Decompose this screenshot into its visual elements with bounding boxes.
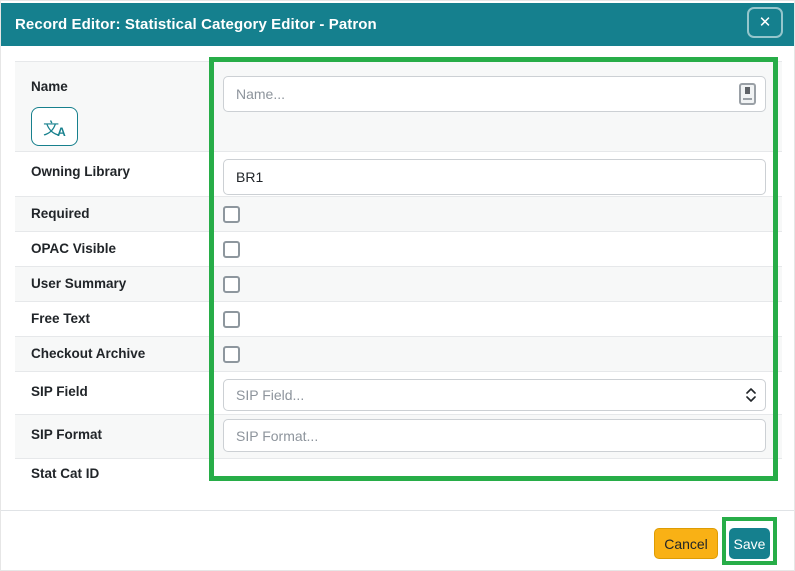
checkout-archive-label: Checkout Archive: [31, 346, 146, 361]
user-summary-label: User Summary: [31, 276, 127, 291]
opac-visible-label: OPAC Visible: [31, 241, 117, 256]
form-row-free-text: Free Text: [15, 301, 782, 336]
input-adornment-icon: [739, 83, 756, 105]
stat-cat-id-label: Stat Cat ID: [31, 466, 100, 481]
close-button[interactable]: ✕: [747, 7, 783, 38]
free-text-label: Free Text: [31, 311, 91, 326]
chevron-up-icon: [746, 388, 756, 394]
chevron-down-icon: [746, 396, 756, 402]
save-button[interactable]: Save: [729, 528, 770, 559]
sip-format-input[interactable]: [223, 419, 766, 452]
form-row-sip-field: SIP Field SIP Field...: [15, 371, 782, 414]
owning-library-input[interactable]: [223, 159, 766, 195]
footer-divider: [1, 510, 794, 511]
required-label: Required: [31, 206, 90, 221]
name-label: Name: [31, 79, 68, 94]
sip-field-placeholder: SIP Field...: [236, 387, 305, 403]
translate-button[interactable]: 文 A: [31, 107, 78, 146]
form-row-stat-cat-id: Stat Cat ID: [15, 458, 782, 488]
record-editor-dialog: Record Editor: Statistical Category Edit…: [0, 0, 795, 571]
checkout-archive-checkbox[interactable]: [223, 346, 240, 363]
name-label-column: Name 文 A: [15, 62, 209, 151]
user-summary-checkbox[interactable]: [223, 276, 240, 293]
free-text-checkbox[interactable]: [223, 311, 240, 328]
form-row-checkout-archive: Checkout Archive: [15, 336, 782, 371]
form-row-owning-library: Owning Library: [15, 151, 782, 196]
form-row-name: Name 文 A: [15, 61, 782, 151]
dialog-header: Record Editor: Statistical Category Edit…: [1, 3, 794, 46]
owning-library-label: Owning Library: [31, 164, 131, 179]
required-checkbox[interactable]: [223, 206, 240, 223]
sip-field-label: SIP Field: [31, 384, 88, 399]
form-row-opac-visible: OPAC Visible: [15, 231, 782, 266]
dialog-title: Record Editor: Statistical Category Edit…: [15, 16, 377, 33]
form-row-sip-format: SIP Format: [15, 414, 782, 458]
form-row-user-summary: User Summary: [15, 266, 782, 301]
sip-field-select[interactable]: SIP Field...: [223, 379, 766, 411]
opac-visible-checkbox[interactable]: [223, 241, 240, 258]
name-input[interactable]: [223, 76, 766, 112]
sip-format-label: SIP Format: [31, 427, 103, 442]
cancel-button[interactable]: Cancel: [654, 528, 718, 559]
close-icon: ✕: [758, 14, 772, 31]
form-row-required: Required: [15, 196, 782, 231]
